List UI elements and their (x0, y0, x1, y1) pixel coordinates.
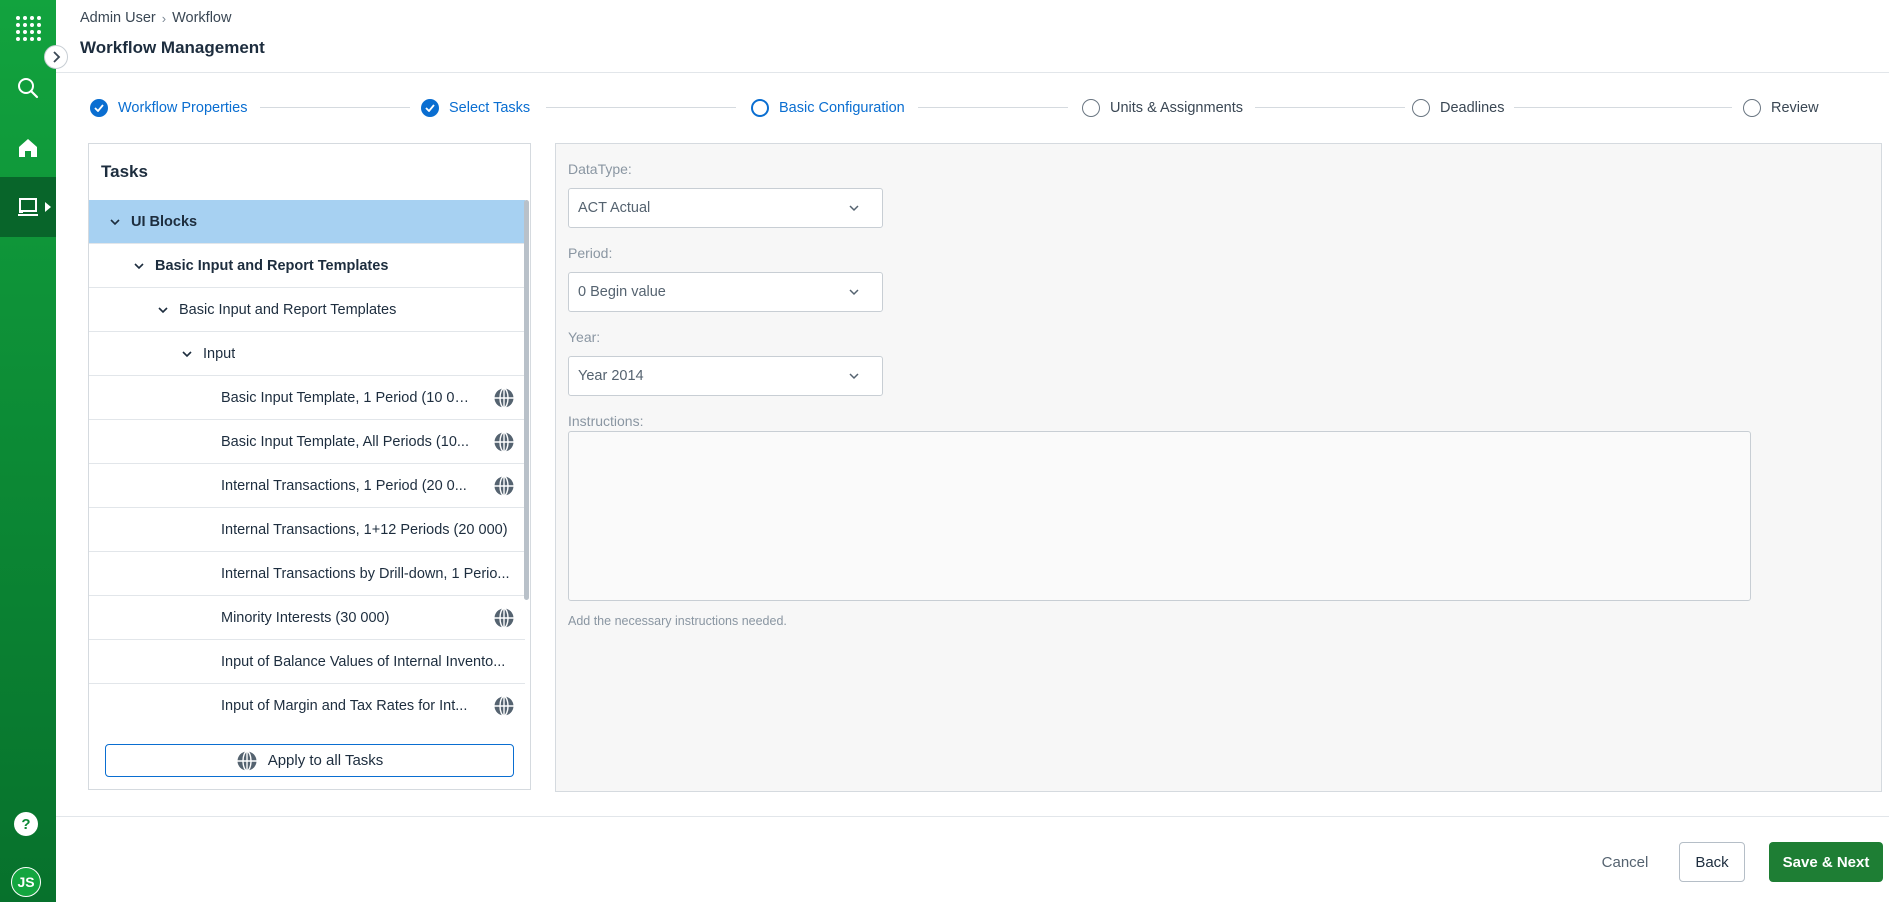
tree-item-label: Input of Balance Values of Internal Inve… (221, 653, 506, 670)
step-connector (1255, 107, 1405, 108)
tree-item-label: Basic Input and Report Templates (179, 301, 397, 318)
globe-icon[interactable] (493, 387, 515, 409)
year-value: Year 2014 (578, 368, 644, 384)
tree-item-label: UI Blocks (131, 213, 198, 230)
chevron-down-icon[interactable] (107, 214, 123, 230)
breadcrumb-separator-icon: › (161, 10, 167, 26)
avatar[interactable]: JS (11, 867, 41, 897)
step-label: Workflow Properties (118, 100, 248, 116)
step-pending-icon (1412, 99, 1430, 117)
chevron-down-icon[interactable] (155, 302, 171, 318)
back-button[interactable]: Back (1679, 842, 1745, 882)
tree-item-label: Basic Input Template, All Periods (10... (221, 433, 469, 450)
task-item[interactable]: Input of Balance Values of Internal Inve… (89, 640, 525, 684)
tree-item-label: Input of Margin and Tax Rates for Int... (221, 697, 468, 714)
tree-item-label: Minority Interests (30 000) (221, 609, 390, 626)
task-item[interactable]: Internal Transactions by Drill-down, 1 P… (89, 552, 525, 596)
task-item[interactable]: Internal Transactions, 1 Period (20 0... (89, 464, 525, 508)
save-next-button[interactable]: Save & Next (1769, 842, 1883, 882)
breadcrumb: Admin User › Workflow (80, 10, 231, 26)
breadcrumb-item-workflow[interactable]: Workflow (172, 10, 231, 26)
breadcrumb-item-admin-user[interactable]: Admin User (80, 10, 156, 26)
apply-button-label: Apply to all Tasks (267, 752, 384, 769)
step-label: Deadlines (1440, 100, 1505, 116)
task-item[interactable]: Minority Interests (30 000) (89, 596, 525, 640)
instructions-textarea[interactable] (568, 431, 1751, 601)
step-label: Basic Configuration (779, 100, 905, 116)
tree-item-label: Basic Input Template, 1 Period (10 00... (221, 389, 471, 406)
chevron-down-icon[interactable] (131, 258, 147, 274)
step-connector (260, 107, 410, 108)
header-divider (56, 72, 1889, 73)
laptop-icon[interactable] (0, 177, 56, 237)
home-icon[interactable] (0, 120, 56, 176)
step-units-assignments[interactable]: Units & Assignments (1082, 98, 1243, 118)
globe-icon[interactable] (493, 695, 515, 717)
tree-item-label: Internal Transactions, 1+12 Periods (20 … (221, 521, 508, 538)
chevron-down-icon (849, 373, 859, 380)
step-connector (546, 107, 736, 108)
chevron-down-icon (849, 289, 859, 296)
chevron-down-icon (849, 205, 859, 212)
page-title: Workflow Management (80, 38, 265, 57)
globe-icon (237, 750, 257, 771)
tasks-scrollbar[interactable] (524, 200, 529, 600)
task-item[interactable]: Input of Margin and Tax Rates for Int... (89, 684, 525, 721)
step-select-tasks[interactable]: Select Tasks (421, 98, 530, 118)
tree-node[interactable]: Basic Input and Report Templates (89, 244, 525, 288)
step-deadlines[interactable]: Deadlines (1412, 98, 1505, 118)
period-select[interactable]: 0 Begin value (568, 272, 883, 312)
tree-node[interactable]: Input (89, 332, 525, 376)
globe-icon[interactable] (493, 607, 515, 629)
year-label: Year: (568, 329, 601, 345)
basic-configuration-panel: DataType: ACT Actual Period: 0 Begin val… (555, 143, 1882, 792)
step-basic-configuration[interactable]: Basic Configuration (751, 98, 905, 118)
check-icon (421, 99, 439, 117)
apply-to-all-tasks-button[interactable]: Apply to all Tasks (105, 744, 514, 777)
datatype-label: DataType: (568, 161, 632, 177)
help-glyph: ? (21, 815, 31, 833)
task-item[interactable]: Basic Input Template, All Periods (10... (89, 420, 525, 464)
tree-node[interactable]: UI Blocks (89, 200, 525, 244)
side-rail: ? JS (0, 0, 56, 902)
step-label: Select Tasks (449, 100, 531, 116)
tree-item-label: Input (203, 345, 236, 362)
step-label: Review (1771, 100, 1819, 116)
search-icon[interactable] (0, 60, 56, 116)
avatar-initials: JS (17, 874, 35, 890)
step-workflow-properties[interactable]: Workflow Properties (90, 98, 247, 118)
period-label: Period: (568, 245, 613, 261)
year-select[interactable]: Year 2014 (568, 356, 883, 396)
task-item[interactable]: Internal Transactions, 1+12 Periods (20 … (89, 508, 525, 552)
chevron-right-icon (53, 51, 61, 63)
check-icon (90, 99, 108, 117)
tasks-panel: Tasks UI Blocks Basic Input and Report Te… (88, 143, 531, 790)
datatype-select[interactable]: ACT Actual (568, 188, 883, 228)
step-connector (1514, 107, 1732, 108)
datatype-value: ACT Actual (578, 200, 651, 216)
tree-item-label: Internal Transactions by Drill-down, 1 P… (221, 565, 510, 582)
cancel-button[interactable]: Cancel (1580, 842, 1670, 882)
step-pending-icon (1743, 99, 1761, 117)
period-value: 0 Begin value (578, 284, 666, 300)
step-connector (918, 107, 1068, 108)
task-item[interactable]: Basic Input Template, 1 Period (10 00... (89, 376, 525, 420)
instructions-label: Instructions: (568, 413, 644, 429)
expand-rail-button[interactable] (44, 45, 68, 69)
help-icon[interactable]: ? (14, 812, 38, 836)
tasks-title: Tasks (101, 162, 148, 181)
step-review[interactable]: Review (1743, 98, 1819, 118)
globe-icon[interactable] (493, 475, 515, 497)
tree-item-label: Internal Transactions, 1 Period (20 0... (221, 477, 467, 494)
tasks-tree: UI Blocks Basic Input and Report Template… (89, 200, 525, 721)
instructions-hint: Add the necessary instructions needed. (568, 614, 787, 628)
tree-item-label: Basic Input and Report Templates (155, 257, 389, 274)
step-label: Units & Assignments (1110, 100, 1243, 116)
tree-node[interactable]: Basic Input and Report Templates (89, 288, 525, 332)
step-pending-icon (1082, 99, 1100, 117)
step-current-icon (751, 99, 769, 117)
chevron-down-icon[interactable] (179, 346, 195, 362)
globe-icon[interactable] (493, 431, 515, 453)
footer-divider (56, 816, 1889, 817)
